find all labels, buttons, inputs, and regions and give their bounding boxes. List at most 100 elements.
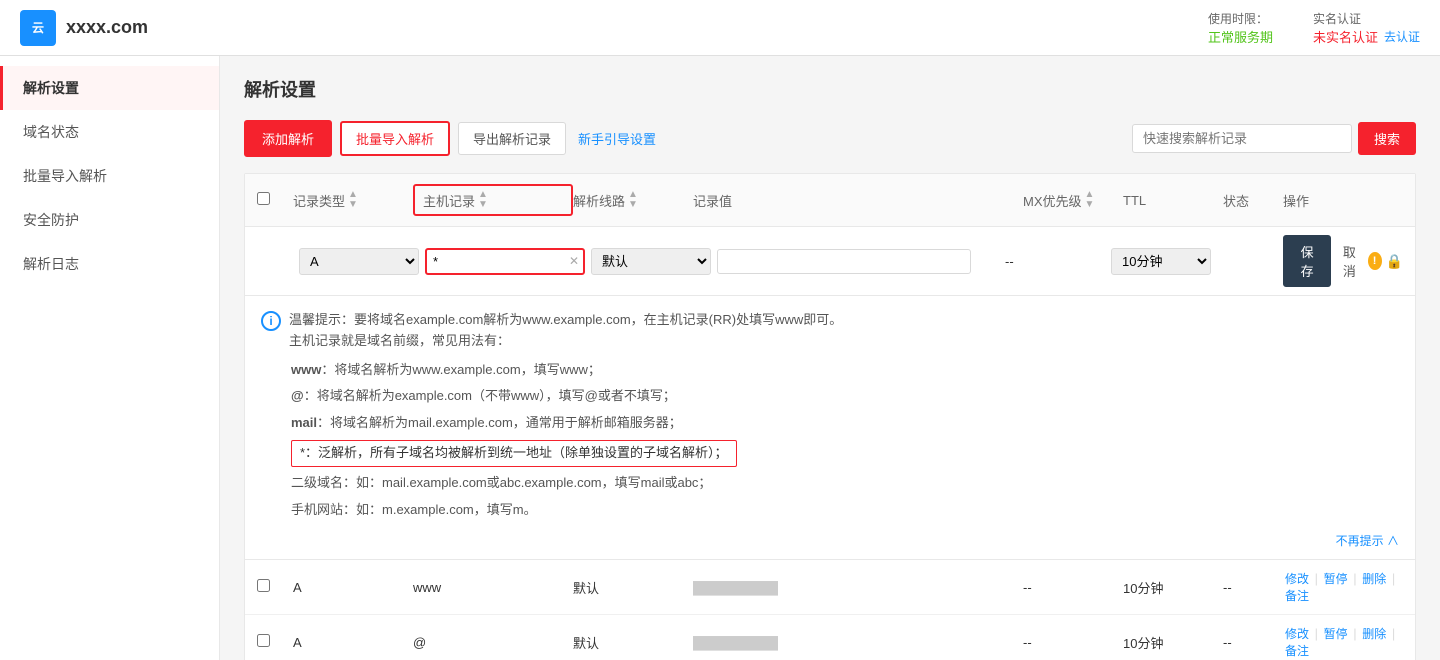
header-status: 状态 [1223, 191, 1283, 210]
row1-pause-link[interactable]: 暂停 [1324, 572, 1348, 586]
cancel-button[interactable]: 取消 [1335, 237, 1363, 285]
auth-section: 实名认证 未实名认证 去认证 [1313, 10, 1420, 46]
row1-value: ██████████ [693, 580, 1023, 595]
sidebar: 解析设置 域名状态 批量导入解析 安全防护 解析日志 [0, 56, 220, 660]
header-actions: 操作 [1283, 191, 1403, 210]
line-select[interactable]: 默认 联通 电信 [591, 248, 711, 275]
ttl-select[interactable]: 10分钟 30分钟 1小时 [1111, 248, 1211, 275]
save-button[interactable]: 保存 [1283, 235, 1331, 287]
search-button[interactable]: 搜索 [1358, 122, 1416, 155]
auth-row: 未实名认证 去认证 [1313, 27, 1420, 46]
dns-table: 记录类型 ▲▼ 主机记录 ▲▼ 解析线路 ▲▼ 记录值 MX优先级 ▲▼ [244, 173, 1416, 660]
guide-btn[interactable]: 新手引导设置 [574, 123, 660, 154]
add-record-row: A CNAME MX TXT NS ✕ 默认 联通 电信 [245, 227, 1415, 296]
row2-pause-link[interactable]: 暂停 [1324, 627, 1348, 641]
sort-host-icon[interactable]: ▲▼ [478, 190, 488, 210]
header-type: 记录类型 ▲▼ [293, 190, 413, 210]
lock-icon: 🔒 [1386, 253, 1403, 270]
add-row-actions: 保存 取消 ! 🔒 [1283, 235, 1403, 287]
row2-actions: 修改 | 暂停 | 删除 | 备注 [1283, 625, 1403, 659]
sidebar-item-jiexi[interactable]: 解析设置 [0, 66, 219, 110]
row2-delete-link[interactable]: 删除 [1362, 627, 1386, 641]
info-footer: 不再提示 ∧ [261, 526, 1399, 549]
warn-icon: ! [1368, 252, 1382, 270]
sort-type-icon[interactable]: ▲▼ [348, 190, 358, 210]
sidebar-item-rizhi[interactable]: 解析日志 [0, 242, 219, 286]
row1-status: -- [1223, 580, 1283, 595]
topbar-left: 云 xxxx.com [20, 10, 148, 46]
type-select[interactable]: A CNAME MX TXT NS [299, 248, 419, 275]
info-entry-subdomain: 二级域名：如：mail.example.com或abc.example.com，… [291, 473, 1399, 494]
info-entry-wildcard: *：泛解析，所有子域名均被解析到统一地址（除单独设置的子域名解析）； [291, 440, 1399, 467]
export-btn[interactable]: 导出解析记录 [458, 122, 566, 155]
sidebar-item-yuming[interactable]: 域名状态 [0, 110, 219, 154]
info-text-wrapper: 温馨提示：要将域名example.com解析为www.example.com，在… [289, 310, 842, 352]
header-line: 解析线路 ▲▼ [573, 190, 693, 210]
info-box: i 温馨提示：要将域名example.com解析为www.example.com… [245, 296, 1415, 560]
header-mx: MX优先级 ▲▼ [1023, 190, 1123, 210]
row2-line: 默认 [573, 633, 693, 652]
info-tip-title: 温馨提示：要将域名example.com解析为www.example.com，在… [289, 310, 842, 331]
row1-mx: -- [1023, 580, 1123, 595]
row1-note-link[interactable]: 备注 [1285, 589, 1309, 603]
row2-type: A [293, 635, 413, 650]
info-entry-www: www：将域名解析为www.example.com，填写www； [291, 360, 1399, 381]
row2-host: @ [413, 635, 573, 650]
batch-btn[interactable]: 批量导入解析 [340, 121, 450, 156]
row1-type: A [293, 580, 413, 595]
topbar-right: 使用时限： 正常服务期 实名认证 未实名认证 去认证 [1208, 10, 1420, 46]
auth-label: 实名认证 [1313, 10, 1361, 27]
select-all-checkbox[interactable] [257, 192, 270, 205]
header-host: 主机记录 ▲▼ [413, 184, 573, 216]
host-clear-icon[interactable]: ✕ [569, 254, 579, 268]
info-entries: www：将域名解析为www.example.com，填写www； @：将域名解析… [261, 360, 1399, 521]
hide-tips-link[interactable]: 不再提示 ∧ [1336, 532, 1399, 549]
header-value: 记录值 [693, 191, 1023, 210]
add-row-ttl: 10分钟 30分钟 1小时 [1111, 248, 1211, 275]
table-header: 记录类型 ▲▼ 主机记录 ▲▼ 解析线路 ▲▼ 记录值 MX优先级 ▲▼ [245, 174, 1415, 227]
add-row-value [717, 249, 999, 274]
row1-checkbox[interactable] [257, 579, 293, 595]
main-content: 解析设置 添加解析 批量导入解析 导出解析记录 新手引导设置 搜索 记录类型 ▲… [220, 56, 1440, 660]
toolbar: 添加解析 批量导入解析 导出解析记录 新手引导设置 搜索 [244, 120, 1416, 157]
add-btn[interactable]: 添加解析 [244, 120, 332, 157]
row1-modify-link[interactable]: 修改 [1285, 572, 1309, 586]
row2-ttl: 10分钟 [1123, 633, 1223, 652]
add-row-line: 默认 联通 电信 [591, 248, 711, 275]
auth-status: 未实名认证 [1313, 27, 1378, 46]
row2-note-link[interactable]: 备注 [1285, 644, 1309, 658]
row1-ttl: 10分钟 [1123, 578, 1223, 597]
highlight-wildcard: *：泛解析，所有子域名均被解析到统一地址（除单独设置的子域名解析）； [291, 440, 737, 467]
add-row-mx: -- [1005, 254, 1105, 269]
sort-mx-icon[interactable]: ▲▼ [1085, 190, 1095, 210]
row2-checkbox[interactable] [257, 634, 293, 650]
search-input[interactable] [1132, 124, 1352, 153]
info-entry-mobile: 手机网站：如：m.example.com，填写m。 [291, 500, 1399, 521]
usage-status: 正常服务期 [1208, 27, 1273, 46]
row1-line: 默认 [573, 578, 693, 597]
info-tip-sub: 主机记录就是域名前缀，常见用法有： [289, 331, 842, 352]
info-entry-mail: mail：将域名解析为mail.example.com，通常用于解析邮箱服务器； [291, 413, 1399, 434]
value-input[interactable] [717, 249, 971, 274]
sidebar-item-piliang[interactable]: 批量导入解析 [0, 154, 219, 198]
row2-modify-link[interactable]: 修改 [1285, 627, 1309, 641]
table-row: A @ 默认 ██████████ -- 10分钟 -- 修改 | 暂停 | 删… [245, 615, 1415, 660]
host-input-wrapper: ✕ [425, 248, 585, 275]
usage-section: 使用时限： 正常服务期 [1208, 10, 1273, 46]
auth-link[interactable]: 去认证 [1384, 28, 1420, 45]
header-ttl: TTL [1123, 193, 1223, 208]
row2-mx: -- [1023, 635, 1123, 650]
info-icon: i [261, 311, 281, 331]
usage-label: 使用时限： [1208, 10, 1268, 27]
sidebar-item-anquan[interactable]: 安全防护 [0, 198, 219, 242]
layout: 解析设置 域名状态 批量导入解析 安全防护 解析日志 解析设置 添加解析 批量导… [0, 56, 1440, 660]
header-checkbox[interactable] [257, 192, 293, 208]
row2-value: ██████████ [693, 635, 1023, 650]
host-input[interactable] [427, 250, 583, 273]
row1-delete-link[interactable]: 删除 [1362, 572, 1386, 586]
sort-line-icon[interactable]: ▲▼ [628, 190, 638, 210]
search-box: 搜索 [1132, 122, 1416, 155]
table-row: A www 默认 ██████████ -- 10分钟 -- 修改 | 暂停 |… [245, 560, 1415, 615]
row1-host: www [413, 580, 573, 595]
info-entry-at: @：将域名解析为example.com（不带www），填写@或者不填写； [291, 386, 1399, 407]
